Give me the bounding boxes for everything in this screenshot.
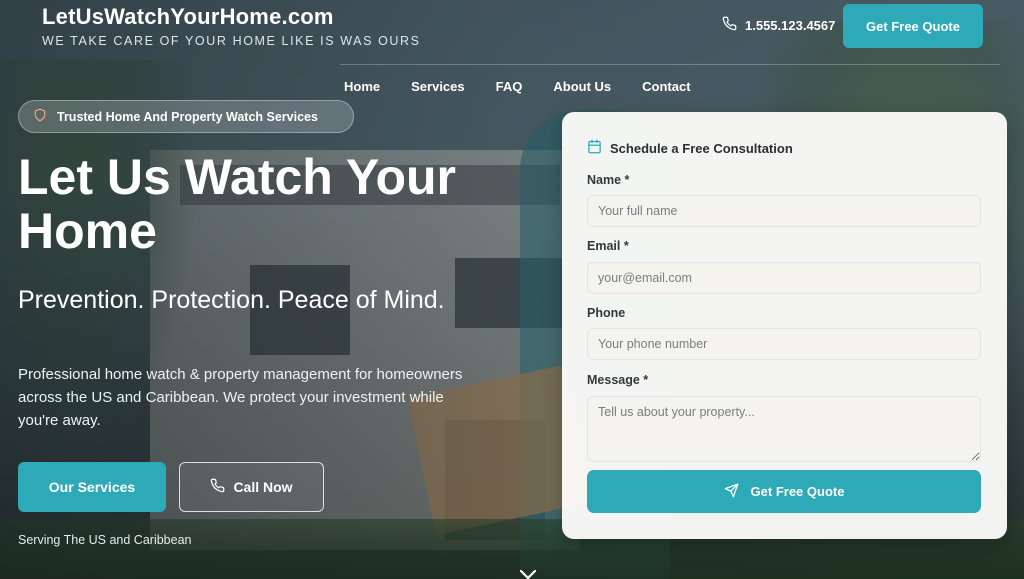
email-label: Email * — [587, 239, 629, 253]
brand-tagline: WE TAKE CARE OF YOUR HOME LIKE IS WAS OU… — [42, 34, 421, 48]
header-get-quote-button[interactable]: Get Free Quote — [843, 4, 983, 48]
brand-name[interactable]: LetUsWatchYourHome.com — [42, 4, 421, 30]
message-label: Message * — [587, 373, 649, 387]
trust-badge: Trusted Home And Property Watch Services — [18, 100, 354, 133]
name-label: Name * — [587, 173, 630, 187]
nav-faq[interactable]: FAQ — [496, 79, 523, 94]
consultation-form: Schedule a Free Consultation Name * Emai… — [562, 112, 1007, 539]
hero-title: Let Us Watch Your Home — [18, 149, 457, 259]
send-icon — [724, 483, 739, 501]
trust-badge-label: Trusted Home And Property Watch Services — [57, 109, 318, 124]
header-phone-link[interactable]: 1.555.123.4567 — [722, 16, 835, 34]
nav-contact[interactable]: Contact — [642, 79, 690, 94]
message-field[interactable] — [587, 396, 981, 462]
hero-description: Professional home watch & property manag… — [18, 366, 463, 429]
submit-quote-label: Get Free Quote — [750, 484, 845, 499]
email-field[interactable] — [587, 262, 981, 294]
calendar-icon — [587, 139, 602, 157]
hero-subtitle: Prevention. Protection. Peace of Mind. — [18, 286, 445, 314]
main-nav: Home Services FAQ About Us Contact — [344, 79, 691, 94]
phone-field[interactable] — [587, 328, 981, 360]
our-services-button[interactable]: Our Services — [18, 462, 166, 512]
header-divider — [340, 64, 1000, 65]
brand[interactable]: LetUsWatchYourHome.com WE TAKE CARE OF Y… — [42, 4, 421, 48]
phone-icon — [210, 478, 225, 496]
shield-icon — [33, 108, 47, 125]
form-header: Schedule a Free Consultation — [587, 139, 793, 157]
scroll-down-chevron-icon[interactable] — [518, 568, 538, 579]
nav-services[interactable]: Services — [411, 79, 465, 94]
header-phone-number: 1.555.123.4567 — [745, 17, 836, 33]
nav-about-us[interactable]: About Us — [553, 79, 611, 94]
name-field[interactable] — [587, 195, 981, 227]
submit-quote-button[interactable]: Get Free Quote — [587, 470, 981, 513]
phone-icon — [722, 16, 737, 34]
phone-label: Phone — [587, 306, 626, 320]
serving-region-text: Serving The US and Caribbean — [18, 533, 192, 547]
call-now-label: Call Now — [233, 479, 293, 495]
nav-home[interactable]: Home — [344, 79, 380, 94]
form-title: Schedule a Free Consultation — [610, 140, 793, 156]
call-now-button[interactable]: Call Now — [179, 462, 324, 512]
